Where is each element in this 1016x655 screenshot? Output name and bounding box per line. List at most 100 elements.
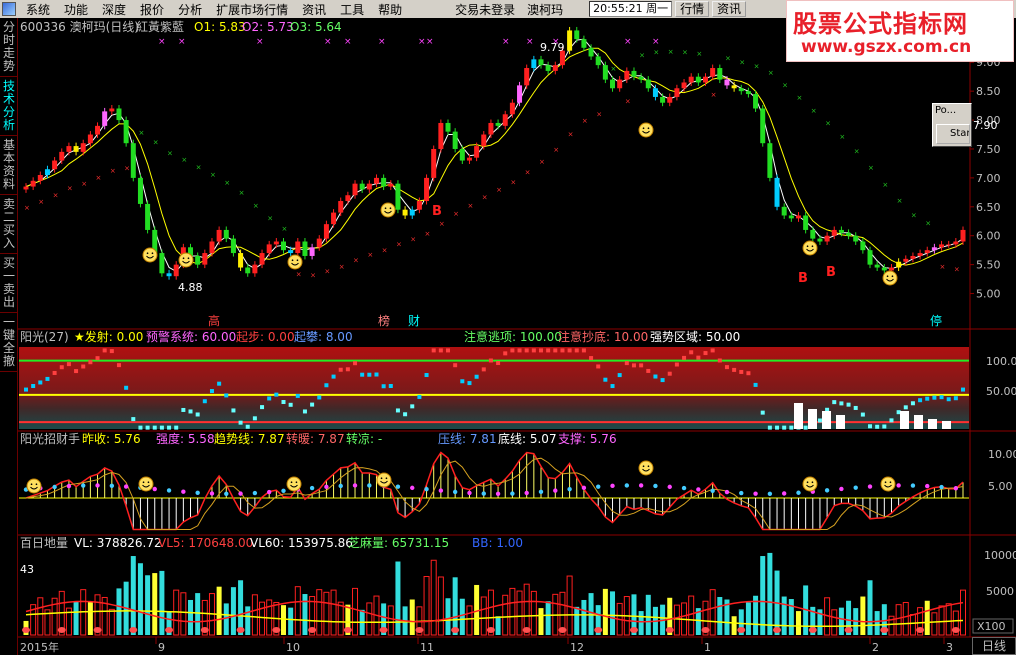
- smiley-icon-eye: [886, 275, 889, 278]
- trend-dot: ×: [224, 179, 230, 187]
- volume-tick: 10000: [984, 549, 1016, 562]
- period-tab-daily[interactable]: 日线: [972, 637, 1016, 655]
- volume-bar: [788, 599, 794, 635]
- trend-dot: ×: [711, 91, 717, 99]
- menu-depth[interactable]: 深度: [95, 1, 133, 18]
- yangguang-dot: [360, 372, 365, 377]
- zhaocai-dot: [710, 488, 715, 494]
- trend-dot: ×: [639, 51, 645, 59]
- zhaocai-dot: [252, 490, 258, 496]
- trend-dot: ×: [110, 167, 116, 175]
- tab-sell2-buy[interactable]: 卖二买入: [0, 195, 18, 254]
- candle-body: [567, 30, 573, 51]
- trend-dot: ×: [582, 117, 588, 125]
- trend-dot: ×: [410, 235, 416, 243]
- zhaocai-dot: [796, 490, 801, 495]
- zhaocai-dot: [896, 483, 901, 488]
- zhaocai-dot: [324, 484, 329, 490]
- zhaocai-dot: [338, 483, 343, 489]
- trend-dot: ×: [153, 139, 159, 147]
- smiley-icon-eye: [642, 127, 645, 130]
- trend-dot: ×: [854, 147, 860, 155]
- yangguang-dot: [660, 378, 665, 383]
- candle-body: [681, 82, 687, 89]
- yangguang-dot: [946, 397, 951, 402]
- candle-body: [30, 180, 36, 187]
- menu-function[interactable]: 功能: [57, 1, 95, 18]
- volume-marker: [522, 627, 531, 633]
- menu-help[interactable]: 帮助: [371, 1, 409, 18]
- menu-analysis[interactable]: 分析: [171, 1, 209, 18]
- yangguang-dot: [574, 348, 579, 353]
- candle-body: [44, 169, 50, 175]
- trend-dot: ×: [954, 266, 960, 274]
- candle-body: [295, 241, 301, 254]
- smiley-icon: [286, 476, 302, 492]
- volume-bar: [545, 601, 551, 635]
- candle-body: [238, 253, 244, 268]
- candle-body: [631, 70, 637, 77]
- tab-intraday[interactable]: 分时走势: [0, 18, 18, 77]
- signal-marker: ×: [178, 37, 186, 47]
- volume-bar: [288, 607, 294, 635]
- trend-dot: ×: [196, 164, 202, 172]
- tab-buy1-sell[interactable]: 买一卖出: [0, 254, 18, 313]
- stock-chart[interactable]: 600336 澳柯玛(日线) 紅黃紫藍 O1: 5.83 O2: 5.73 O3…: [18, 18, 1016, 655]
- zhaocai-dot: [224, 491, 229, 496]
- zhima-value: 芝麻量: 65731.15: [348, 535, 449, 550]
- trend-dot: ×: [525, 169, 531, 177]
- start-button[interactable]: Start: [936, 124, 970, 144]
- yangguang-dot: [667, 371, 672, 376]
- yangguang-dot: [817, 418, 822, 423]
- yangguang-bar: [942, 421, 951, 429]
- menu-tools[interactable]: 工具: [333, 1, 371, 18]
- tab-fundamentals[interactable]: 基本资料: [0, 136, 18, 195]
- quote-button[interactable]: 行情: [675, 1, 710, 17]
- candle-body: [481, 134, 487, 147]
- trend-dot: ×: [668, 48, 674, 56]
- trade-login-status[interactable]: 交易未登录: [449, 1, 521, 18]
- volume-marker: [880, 627, 889, 633]
- menu-news[interactable]: 资讯: [295, 1, 333, 18]
- yangguang-dot: [610, 384, 615, 389]
- volume-bar: [717, 597, 723, 635]
- stock-title: 600336 澳柯玛(日线): [20, 20, 139, 34]
- yangguang-dot: [624, 361, 629, 366]
- candle-body: [123, 120, 129, 144]
- volume-bar: [767, 552, 773, 635]
- volume-bar: [602, 588, 608, 635]
- smiley-icon-eye: [380, 477, 383, 480]
- trend-dot: ×: [167, 149, 173, 157]
- menu-system[interactable]: 系统: [19, 1, 57, 18]
- trend-dot: ×: [210, 171, 216, 179]
- zhaocai-dot: [681, 485, 687, 491]
- menu-quote[interactable]: 报价: [133, 1, 171, 18]
- trend-dot: ×: [625, 98, 631, 106]
- news-button[interactable]: 资讯: [712, 1, 747, 17]
- candle-body: [59, 151, 65, 161]
- volume-bar: [302, 594, 308, 635]
- zhaocai-dot: [452, 489, 458, 495]
- trend-dot: ×: [253, 202, 259, 210]
- candle-body: [202, 253, 208, 265]
- candle-body: [137, 177, 143, 204]
- volume-unit: X100: [977, 620, 1006, 633]
- candle-body: [939, 244, 945, 248]
- zhaocai-dot: [610, 483, 615, 489]
- volume-marker: [737, 627, 746, 633]
- tab-cancel-all[interactable]: 一键全撤: [0, 313, 18, 372]
- volume-bar: [574, 606, 580, 635]
- candle-body: [145, 203, 151, 230]
- qiangshi-value: 强势区域: 50.00: [650, 330, 740, 344]
- smiley-icon-eye: [647, 465, 650, 468]
- smiley-icon-eye: [146, 252, 149, 255]
- yangguang-dot: [295, 393, 300, 398]
- yangguang-dot: [202, 399, 207, 404]
- yangguang-dot: [353, 361, 358, 366]
- candle-body: [881, 267, 887, 271]
- watermark-banner: 股票公式指标网 www.gszx.com.cn: [786, 0, 1014, 62]
- tab-technical-analysis[interactable]: 技术分析: [0, 77, 18, 136]
- yangguang-dot: [345, 367, 350, 372]
- yangguang-dot: [724, 365, 729, 370]
- menu-extended-market[interactable]: 扩展市场行情: [209, 1, 295, 18]
